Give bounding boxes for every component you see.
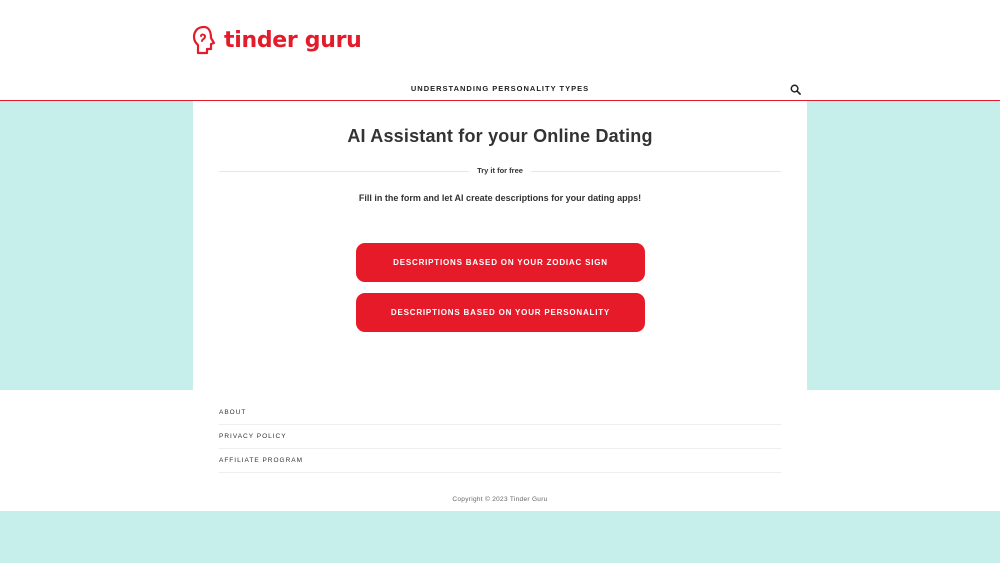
footer-link-label: AFFILIATE PROGRAM (219, 457, 304, 464)
zodiac-descriptions-button[interactable]: DESCRIPTIONS BASED ON YOUR ZODIAC SIGN (356, 243, 645, 282)
divider-line-left (219, 171, 469, 172)
site-header: tinder guru UNDERSTANDING PERSONALITY TY… (0, 0, 1000, 101)
page-title: AI Assistant for your Online Dating (347, 126, 653, 146)
personality-descriptions-button[interactable]: DESCRIPTIONS BASED ON YOUR PERSONALITY (356, 293, 645, 332)
page-subtitle: Fill in the form and let AI create descr… (358, 193, 642, 203)
personality-descriptions-button-label: DESCRIPTIONS BASED ON YOUR PERSONALITY (390, 308, 611, 317)
footer-link-label: ABOUT (219, 409, 247, 416)
divider-line-right (531, 171, 781, 172)
footer-link-privacy-policy[interactable]: PRIVACY POLICY (219, 425, 781, 449)
zodiac-descriptions-button-label: DESCRIPTIONS BASED ON YOUR ZODIAC SIGN (393, 258, 608, 267)
try-free-label: Try it for free (477, 166, 523, 175)
footer-link-label: PRIVACY POLICY (219, 433, 287, 440)
footer-link-about[interactable]: ABOUT (219, 401, 781, 425)
head-profile-icon (192, 25, 216, 55)
footer-background-band (0, 511, 1000, 563)
footer-link-affiliate-program[interactable]: AFFILIATE PROGRAM (219, 449, 781, 473)
footer-nav: ABOUT PRIVACY POLICY AFFILIATE PROGRAM (219, 401, 781, 473)
copyright-text: Copyright © 2023 Tinder Guru (452, 496, 548, 503)
site-logo[interactable]: tinder guru (192, 24, 362, 56)
logo-text: tinder guru (224, 27, 362, 53)
nav-link-personality-types[interactable]: UNDERSTANDING PERSONALITY TYPES (0, 84, 1000, 93)
search-icon[interactable] (790, 84, 801, 95)
